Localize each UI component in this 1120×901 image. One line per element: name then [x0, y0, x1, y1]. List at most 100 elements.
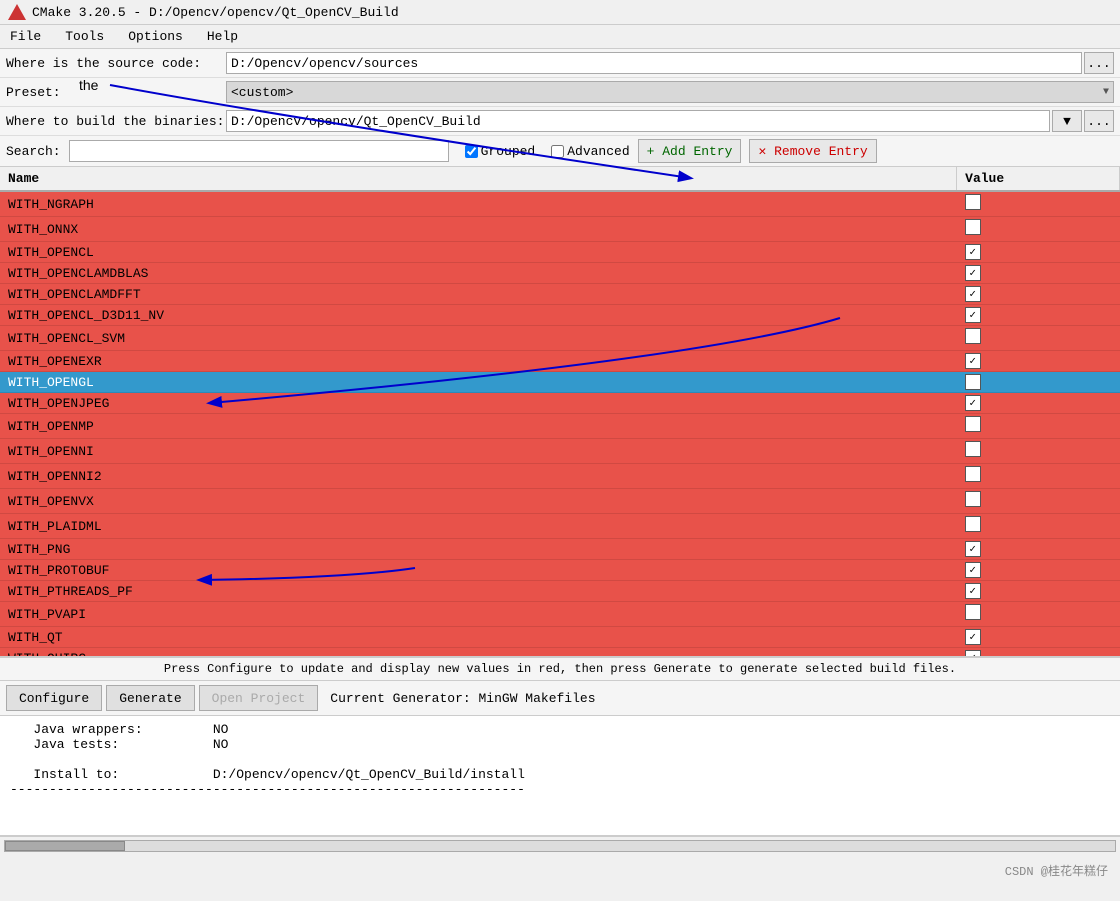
table-row[interactable]: WITH_PLAIDML — [0, 514, 1120, 539]
table-row[interactable]: WITH_OPENJPEG✓ — [0, 393, 1120, 414]
row-value-cell[interactable] — [957, 191, 1120, 217]
row-value-cell[interactable] — [957, 414, 1120, 439]
row-value-cell[interactable] — [957, 439, 1120, 464]
row-value-cell[interactable] — [957, 489, 1120, 514]
row-checkbox[interactable] — [965, 604, 981, 620]
row-checkbox[interactable]: ✓ — [965, 286, 981, 302]
row-value-cell[interactable]: ✓ — [957, 581, 1120, 602]
scrollbar-thumb[interactable] — [5, 841, 125, 851]
row-name-cell: WITH_PNG — [0, 539, 957, 560]
grouped-checkbox-label[interactable]: Grouped — [465, 144, 536, 159]
row-checkbox[interactable]: ✓ — [965, 650, 981, 657]
grouped-checkbox[interactable] — [465, 145, 478, 158]
table-row[interactable]: WITH_OPENCL_SVM — [0, 326, 1120, 351]
table-row[interactable]: WITH_PTHREADS_PF✓ — [0, 581, 1120, 602]
row-checkbox[interactable]: ✓ — [965, 353, 981, 369]
row-value-cell[interactable]: ✓ — [957, 263, 1120, 284]
table-row[interactable]: WITH_OPENNI — [0, 439, 1120, 464]
configure-button[interactable]: Configure — [6, 685, 102, 711]
source-input[interactable] — [226, 52, 1082, 74]
build-input[interactable] — [226, 110, 1050, 132]
row-checkbox[interactable] — [965, 466, 981, 482]
preset-row: Preset: <custom> ▼ — [0, 78, 1120, 107]
menu-help[interactable]: Help — [201, 27, 244, 46]
menu-tools[interactable]: Tools — [59, 27, 110, 46]
table-row[interactable]: WITH_OPENNI2 — [0, 464, 1120, 489]
row-value-cell[interactable]: ✓ — [957, 539, 1120, 560]
row-name-cell: WITH_OPENCL_SVM — [0, 326, 957, 351]
preset-value: <custom> — [231, 85, 293, 100]
remove-entry-button[interactable]: ✕ Remove Entry — [749, 139, 876, 163]
row-value-cell[interactable] — [957, 217, 1120, 242]
col-name: Name — [0, 167, 957, 191]
row-value-cell[interactable]: ✓ — [957, 372, 1120, 393]
preset-dropdown[interactable]: <custom> ▼ — [226, 81, 1114, 103]
row-checkbox[interactable]: ✓ — [965, 541, 981, 557]
table-row[interactable]: WITH_OPENCL✓ — [0, 242, 1120, 263]
row-value-cell[interactable]: ✓ — [957, 284, 1120, 305]
generate-button[interactable]: Generate — [106, 685, 194, 711]
search-input[interactable] — [69, 140, 449, 162]
row-value-cell[interactable]: ✓ — [957, 351, 1120, 372]
row-checkbox[interactable] — [965, 516, 981, 532]
advanced-checkbox[interactable] — [551, 145, 564, 158]
table-row[interactable]: WITH_OPENCL_D3D11_NV✓ — [0, 305, 1120, 326]
row-value-cell[interactable] — [957, 326, 1120, 351]
row-checkbox[interactable]: ✓ — [965, 265, 981, 281]
menu-options[interactable]: Options — [122, 27, 189, 46]
row-value-cell[interactable]: ✓ — [957, 242, 1120, 263]
row-value-cell[interactable] — [957, 464, 1120, 489]
table-row[interactable]: WITH_ONNX — [0, 217, 1120, 242]
row-value-cell[interactable]: ✓ — [957, 560, 1120, 581]
row-value-cell[interactable] — [957, 602, 1120, 627]
build-label: Where to build the binaries: — [6, 114, 226, 129]
table-row[interactable]: WITH_OPENVX — [0, 489, 1120, 514]
row-name-cell: WITH_PVAPI — [0, 602, 957, 627]
build-dropdown-btn[interactable]: ▼ — [1052, 110, 1082, 132]
row-value-cell[interactable]: ✓ — [957, 627, 1120, 648]
preset-dropdown-arrow: ▼ — [1103, 87, 1109, 98]
row-checkbox[interactable]: ✓ — [965, 307, 981, 323]
build-browse-btn[interactable]: ... — [1084, 110, 1114, 132]
row-checkbox[interactable] — [965, 219, 981, 235]
table-row[interactable]: WITH_PNG ✓ — [0, 539, 1120, 560]
row-value-cell[interactable]: ✓ — [957, 648, 1120, 658]
table-row[interactable]: WITH_OPENGL✓ — [0, 372, 1120, 393]
open-project-button[interactable]: Open Project — [199, 685, 319, 711]
table-row[interactable]: WITH_NGRAPH — [0, 191, 1120, 217]
table-row[interactable]: WITH_OPENCLAMDBLAS✓ — [0, 263, 1120, 284]
row-value-cell[interactable]: ✓ — [957, 305, 1120, 326]
row-checkbox[interactable] — [965, 328, 981, 344]
row-value-cell[interactable] — [957, 514, 1120, 539]
table-row[interactable]: WITH_QT✓ — [0, 627, 1120, 648]
row-checkbox[interactable]: ✓ — [965, 244, 981, 260]
row-checkbox[interactable]: ✓ — [965, 395, 981, 411]
row-checkbox[interactable]: ✓ — [965, 374, 981, 390]
table-row[interactable]: WITH_OPENCLAMDFFT✓ — [0, 284, 1120, 305]
row-name-cell: WITH_OPENNI — [0, 439, 957, 464]
row-name-cell: WITH_PLAIDML — [0, 514, 957, 539]
scrollbar-track[interactable] — [4, 840, 1116, 852]
row-checkbox[interactable]: ✓ — [965, 583, 981, 599]
table-row[interactable]: WITH_PVAPI — [0, 602, 1120, 627]
row-checkbox[interactable] — [965, 441, 981, 457]
row-checkbox[interactable]: ✓ — [965, 562, 981, 578]
row-checkbox[interactable] — [965, 491, 981, 507]
row-checkbox[interactable] — [965, 194, 981, 210]
source-browse-btn[interactable]: ... — [1084, 52, 1114, 74]
add-entry-button[interactable]: + Add Entry — [638, 139, 742, 163]
table-header: Name Value — [0, 167, 1120, 191]
source-row: Where is the source code: ... — [0, 49, 1120, 78]
bottom-scrollbar[interactable] — [0, 836, 1120, 854]
status-text: Press Configure to update and display ne… — [164, 662, 956, 676]
row-name-cell: WITH_OPENVX — [0, 489, 957, 514]
advanced-checkbox-label[interactable]: Advanced — [551, 144, 629, 159]
table-row[interactable]: WITH_OPENMP — [0, 414, 1120, 439]
menu-file[interactable]: File — [4, 27, 47, 46]
row-checkbox[interactable]: ✓ — [965, 629, 981, 645]
table-row[interactable]: WITH_QUIRC✓ — [0, 648, 1120, 658]
row-checkbox[interactable] — [965, 416, 981, 432]
row-value-cell[interactable]: ✓ — [957, 393, 1120, 414]
table-row[interactable]: WITH_OPENEXR✓ — [0, 351, 1120, 372]
table-row[interactable]: WITH_PROTOBUF✓ — [0, 560, 1120, 581]
